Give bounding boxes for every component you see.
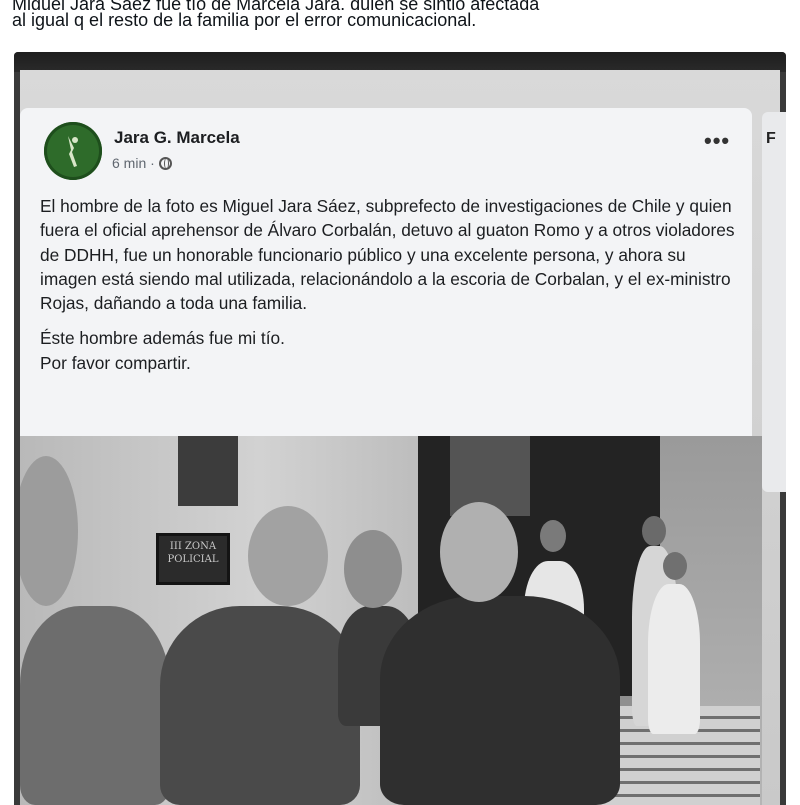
bystander-child: [648, 584, 700, 734]
tweet-text: Miguel Jara Sáez fue tío de Marcela Jara…: [12, 0, 792, 40]
post-time[interactable]: 6 min ·: [112, 155, 155, 171]
man-mustache-back-head: [344, 530, 402, 608]
bystander-head: [642, 516, 666, 546]
bystander-head: [663, 552, 687, 580]
facebook-post: Jara G. Marcela 6 min · ••• El hombre de…: [20, 108, 752, 436]
avatar-logo-icon[interactable]: [44, 122, 102, 180]
tweet-text-line2: al igual q el resto de la familia por el…: [12, 10, 477, 30]
bystander-head: [540, 520, 566, 552]
post-line: Por favor compartir.: [40, 352, 191, 373]
globe-icon: [158, 156, 172, 170]
man-right: [380, 596, 620, 805]
more-options-icon[interactable]: •••: [704, 128, 730, 154]
man-center: [160, 606, 360, 805]
police-sign: III ZONA POLICIAL: [156, 533, 230, 585]
right-card-letter: F: [766, 130, 776, 147]
post-paragraph: El hombre de la foto es Miguel Jara Sáez…: [40, 196, 735, 314]
window: [178, 436, 238, 506]
post-author[interactable]: Jara G. Marcela: [114, 128, 240, 148]
man-left-edge: [20, 606, 170, 805]
tweet-text-line1: Miguel Jara Sáez fue tío de Marcela Jara…: [12, 0, 540, 10]
monitor-bezel: [14, 52, 786, 72]
post-photo[interactable]: III ZONA POLICIAL: [20, 436, 762, 805]
man-right-head: [440, 502, 518, 602]
right-side-card: F: [762, 112, 786, 492]
post-line: Éste hombre además fue mi tío.: [40, 328, 285, 349]
post-meta: 6 min ·: [112, 155, 172, 171]
man-center-head: [248, 506, 328, 606]
post-body: El hombre de la foto es Miguel Jara Sáez…: [40, 194, 740, 375]
